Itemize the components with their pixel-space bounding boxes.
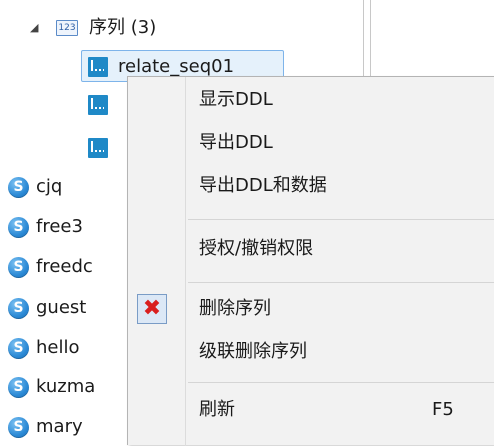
menu-item-label: 授权/撤销权限 [199, 238, 314, 259]
menu-item-label: 导出DDL和数据 [199, 175, 327, 196]
menu-item-label: 导出DDL [199, 132, 273, 153]
menu-item-grant-revoke[interactable]: 授权/撤销权限 [128, 229, 494, 269]
tree-node-label: freedc [36, 256, 93, 277]
menu-separator [188, 382, 494, 383]
context-menu: 显示DDL 导出DDL 导出DDL和数据 授权/撤销权限 ✖ 删除序列 级联删除… [127, 76, 494, 446]
schema-icon: S [8, 417, 29, 438]
schema-icon: S [8, 177, 29, 198]
tree-node-label: kuzma [36, 376, 96, 397]
schema-icon: S [8, 338, 29, 359]
menu-item-export-ddl-and-data[interactable]: 导出DDL和数据 [128, 166, 494, 206]
sequence-icon [88, 138, 108, 158]
sequence-icon [88, 57, 108, 77]
menu-item-label: 级联删除序列 [199, 341, 307, 362]
menu-item-shortcut: F5 [432, 399, 454, 420]
menu-item-label: 显示DDL [199, 89, 273, 110]
menu-separator [188, 219, 494, 220]
menu-item-delete-sequence[interactable]: 删除序列 [128, 289, 494, 329]
menu-item-label: 刷新 [199, 399, 235, 420]
expand-toggle-icon[interactable]: ◢ [30, 13, 38, 43]
sequence-icon [88, 95, 108, 115]
menu-item-label: 删除序列 [199, 298, 271, 319]
schema-icon: S [8, 377, 29, 398]
menu-item-cascade-delete-sequence[interactable]: 级联删除序列 [128, 332, 494, 372]
tree-node-label: 序列 (3) [89, 17, 157, 38]
tree-node-label: hello [36, 337, 80, 358]
menu-separator [188, 282, 494, 283]
tree-node-label: free3 [36, 216, 83, 237]
tree-node-label: mary [36, 416, 83, 437]
menu-item-export-ddl[interactable]: 导出DDL [128, 123, 494, 163]
schema-icon: S [8, 257, 29, 278]
sequence-folder-icon: 123 [56, 20, 78, 36]
tree-node-label: cjq [36, 176, 63, 197]
schema-icon: S [8, 217, 29, 238]
menu-item-show-ddl[interactable]: 显示DDL [128, 80, 494, 120]
menu-item-refresh[interactable]: 刷新 F5 [128, 390, 494, 430]
schema-icon: S [8, 298, 29, 319]
tree-node-label: guest [36, 297, 87, 318]
